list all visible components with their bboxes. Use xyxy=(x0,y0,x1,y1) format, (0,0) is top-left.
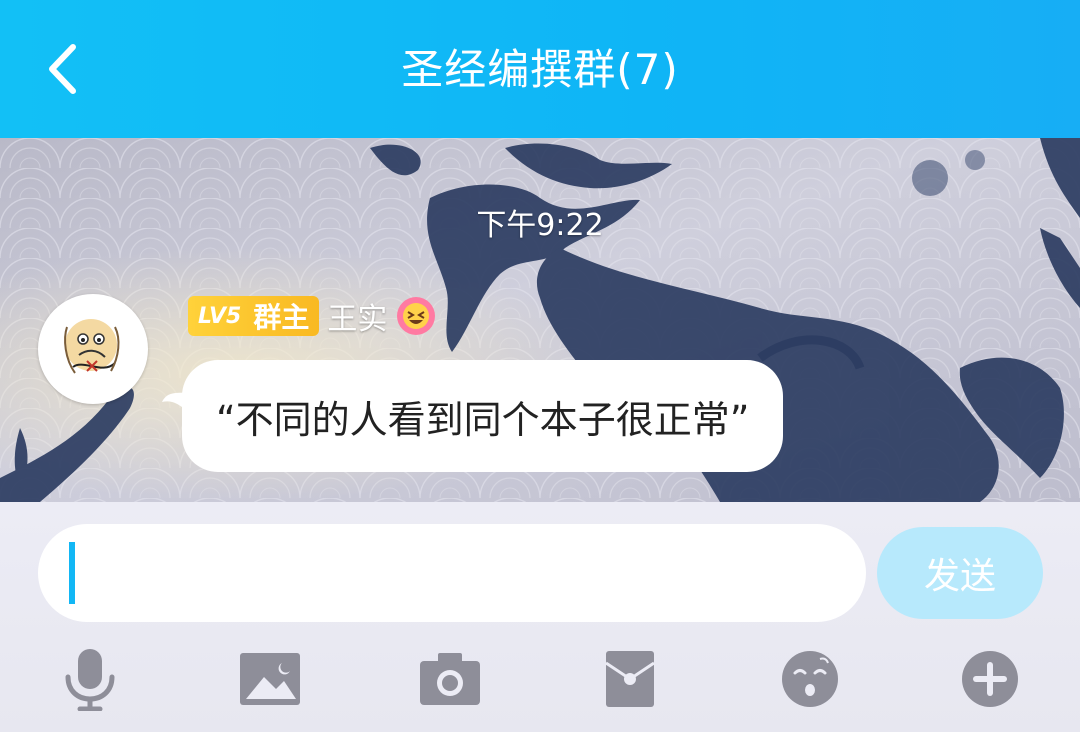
voice-button[interactable] xyxy=(58,647,122,711)
red-packet-button[interactable] xyxy=(598,647,662,711)
message-input[interactable] xyxy=(38,524,866,622)
avatar[interactable] xyxy=(38,294,148,404)
more-button[interactable] xyxy=(958,647,1022,711)
member-badge: LV5 群主 xyxy=(188,296,320,336)
gallery-button[interactable] xyxy=(238,647,302,711)
camera-button[interactable] xyxy=(418,647,482,711)
sender-line: LV5 群主 王实 xyxy=(188,296,437,337)
red-packet-icon xyxy=(605,651,655,707)
text-cursor xyxy=(69,542,75,604)
message-timestamp: 下午9:22 xyxy=(476,208,604,243)
composer-bar: 发送 xyxy=(0,502,1080,732)
message-bubble[interactable]: “不同的人看到同个本子很正常” xyxy=(182,360,784,472)
sender-name: 王实 xyxy=(327,302,388,337)
chat-title: 圣经编撰群(7) xyxy=(401,45,679,94)
image-icon xyxy=(240,653,300,705)
role-badge: 群主 xyxy=(253,301,310,334)
user-avatar xyxy=(64,319,120,374)
laughing-emoji-icon xyxy=(397,297,436,335)
emoji-icon xyxy=(782,651,838,707)
plus-icon xyxy=(962,651,1018,707)
level-badge: LV5 xyxy=(198,303,242,329)
microphone-icon xyxy=(65,649,115,711)
camera-icon xyxy=(420,653,480,705)
send-button[interactable]: 发送 xyxy=(877,527,1043,619)
chat-area[interactable]: 下午9:22 LV5 群主 王实 “不同的人看到同个本子很正常” xyxy=(0,138,1080,502)
title-bar: 圣经编撰群(7) xyxy=(0,0,1080,138)
emoji-button[interactable] xyxy=(778,647,842,711)
